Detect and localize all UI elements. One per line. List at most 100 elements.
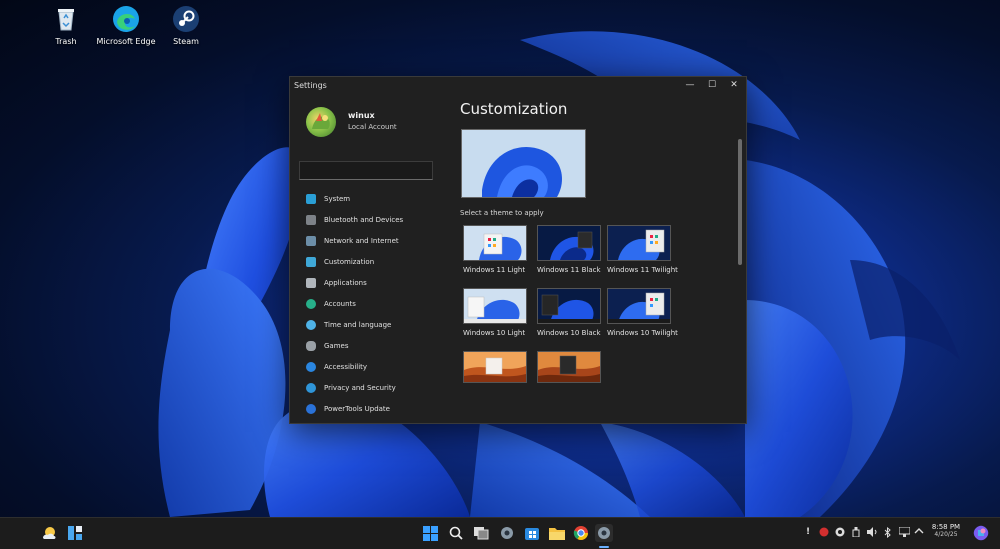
nav-item-label: Applications <box>324 278 367 287</box>
nav-item-bluetooth[interactable]: Bluetooth and Devices <box>290 209 442 230</box>
globe-clock-icon <box>306 319 316 330</box>
theme-windows-11-light[interactable]: Windows 11 Light <box>463 225 527 274</box>
nav-item-accessibility[interactable]: Accessibility <box>290 356 442 377</box>
system-clock[interactable]: 8:58 PM 4/20/25 <box>926 523 966 538</box>
nav-item-label: Bluetooth and Devices <box>324 215 404 224</box>
title-bar[interactable]: Settings — ☐ ✕ <box>290 77 746 93</box>
person-icon <box>306 298 316 309</box>
steam-icon <box>172 5 200 33</box>
antivirus-icon[interactable] <box>818 527 830 540</box>
theme-thumbnail <box>463 288 527 324</box>
chrome-icon[interactable] <box>572 524 590 542</box>
monitor-icon <box>306 193 316 204</box>
settings-app-icon[interactable] <box>595 524 613 542</box>
task-view-icon[interactable] <box>472 524 490 542</box>
nav-item-label: Accounts <box>324 299 356 308</box>
desktop-icon-label: Steam <box>173 37 199 46</box>
theme-label: Windows 11 Black <box>537 266 601 274</box>
nav-item-label: Customization <box>324 257 375 266</box>
theme-desert-dark[interactable] <box>537 351 601 388</box>
theme-windows-11-twilight[interactable]: Windows 11 Twilight <box>607 225 678 274</box>
network-icon <box>306 235 316 246</box>
nav-item-label: Privacy and Security <box>324 383 396 392</box>
theme-windows-10-twilight[interactable]: Windows 10 Twilight <box>607 288 678 337</box>
start-icon[interactable] <box>421 524 439 542</box>
minimize-button[interactable]: — <box>679 77 701 93</box>
theme-label: Windows 11 Twilight <box>607 266 678 274</box>
account-type: Local Account <box>348 123 397 131</box>
theme-thumbnail <box>537 288 601 324</box>
theme-label: Windows 10 Light <box>463 329 526 337</box>
nav-item-applications[interactable]: Applications <box>290 272 442 293</box>
nav-item-games[interactable]: Games <box>290 335 442 356</box>
theme-windows-10-light[interactable]: Windows 10 Light <box>463 288 527 337</box>
close-button[interactable]: ✕ <box>723 77 745 93</box>
gamepad-icon <box>306 340 316 351</box>
theme-windows-11-black[interactable]: Windows 11 Black <box>537 225 601 274</box>
taskbar: ! 8:58 PM 4/20/25 <box>0 517 1000 549</box>
clock-date: 4/20/25 <box>934 531 958 538</box>
steam-tray-icon[interactable] <box>834 527 846 540</box>
avatar <box>306 107 336 137</box>
settings-window: Settings — ☐ ✕ winux Local Account Syste… <box>289 76 747 424</box>
volume-icon[interactable] <box>866 527 878 540</box>
nav-item-accounts[interactable]: Accounts <box>290 293 442 314</box>
nav-item-privacy[interactable]: Privacy and Security <box>290 377 442 398</box>
theme-label: Windows 10 Black <box>537 329 601 337</box>
settings-search-input[interactable] <box>299 161 433 180</box>
desktop-icon-label: Microsoft Edge <box>96 37 156 46</box>
bluetooth-icon[interactable] <box>882 526 894 541</box>
sidebar: winux Local Account System Bluetooth and… <box>290 93 442 423</box>
nav-item-network[interactable]: Network and Internet <box>290 230 442 251</box>
theme-thumbnail <box>607 225 671 261</box>
copilot-icon[interactable] <box>972 524 990 542</box>
clock-time: 8:58 PM <box>931 523 961 531</box>
nav-item-customization[interactable]: Customization <box>290 251 442 272</box>
current-theme-preview <box>461 129 586 198</box>
desktop-icon-edge[interactable]: Microsoft Edge <box>96 5 156 46</box>
search-icon[interactable] <box>447 524 465 542</box>
desktop-icon-steam[interactable]: Steam <box>156 5 216 46</box>
nav-item-system[interactable]: System <box>290 188 442 209</box>
apps-icon <box>306 277 316 288</box>
network-icon[interactable] <box>898 526 910 540</box>
shield-icon <box>306 382 316 393</box>
theme-thumbnail <box>463 351 527 383</box>
paintbrush-icon <box>306 256 316 267</box>
store-icon[interactable] <box>523 524 541 542</box>
nav-item-label: Games <box>324 341 349 350</box>
theme-select-heading: Select a theme to apply <box>460 209 544 217</box>
settings-icon[interactable] <box>498 524 516 542</box>
nav-item-label: Network and Internet <box>324 236 399 245</box>
nav-item-label: Time and language <box>324 320 392 329</box>
nav-item-label: Accessibility <box>324 362 368 371</box>
theme-label: Windows 11 Light <box>463 266 526 274</box>
chevron-up-icon[interactable] <box>913 527 925 538</box>
usb-icon[interactable] <box>850 527 862 540</box>
update-icon <box>306 403 316 414</box>
theme-thumbnail <box>537 351 601 383</box>
widgets-icon[interactable] <box>66 524 84 542</box>
content-scrollbar[interactable] <box>738 139 742 265</box>
theme-desert-light[interactable] <box>463 351 527 388</box>
theme-thumbnail <box>463 225 527 261</box>
theme-thumbnail <box>607 288 671 324</box>
nav-item-label: System <box>324 194 351 203</box>
nav-list: System Bluetooth and Devices Network and… <box>290 188 442 419</box>
desktop-icon-label: Trash <box>55 37 77 46</box>
window-title: Settings <box>294 81 327 90</box>
maximize-button[interactable]: ☐ <box>701 77 723 93</box>
weather-icon[interactable] <box>40 524 58 542</box>
theme-thumbnail <box>537 225 601 261</box>
theme-windows-10-black[interactable]: Windows 10 Black <box>537 288 601 337</box>
alert-icon[interactable]: ! <box>802 527 814 537</box>
user-name: winux <box>348 111 375 120</box>
desktop-icon-trash[interactable]: Trash <box>36 5 96 46</box>
theme-label: Windows 10 Twilight <box>607 329 678 337</box>
nav-item-time-language[interactable]: Time and language <box>290 314 442 335</box>
nav-item-label: PowerTools Update <box>324 404 390 413</box>
recycle-bin-icon <box>52 5 80 33</box>
nav-item-powertools-update[interactable]: PowerTools Update <box>290 398 442 419</box>
file-explorer-icon[interactable] <box>548 524 566 542</box>
content-pane: Customization Select a theme to apply Wi… <box>460 93 746 423</box>
